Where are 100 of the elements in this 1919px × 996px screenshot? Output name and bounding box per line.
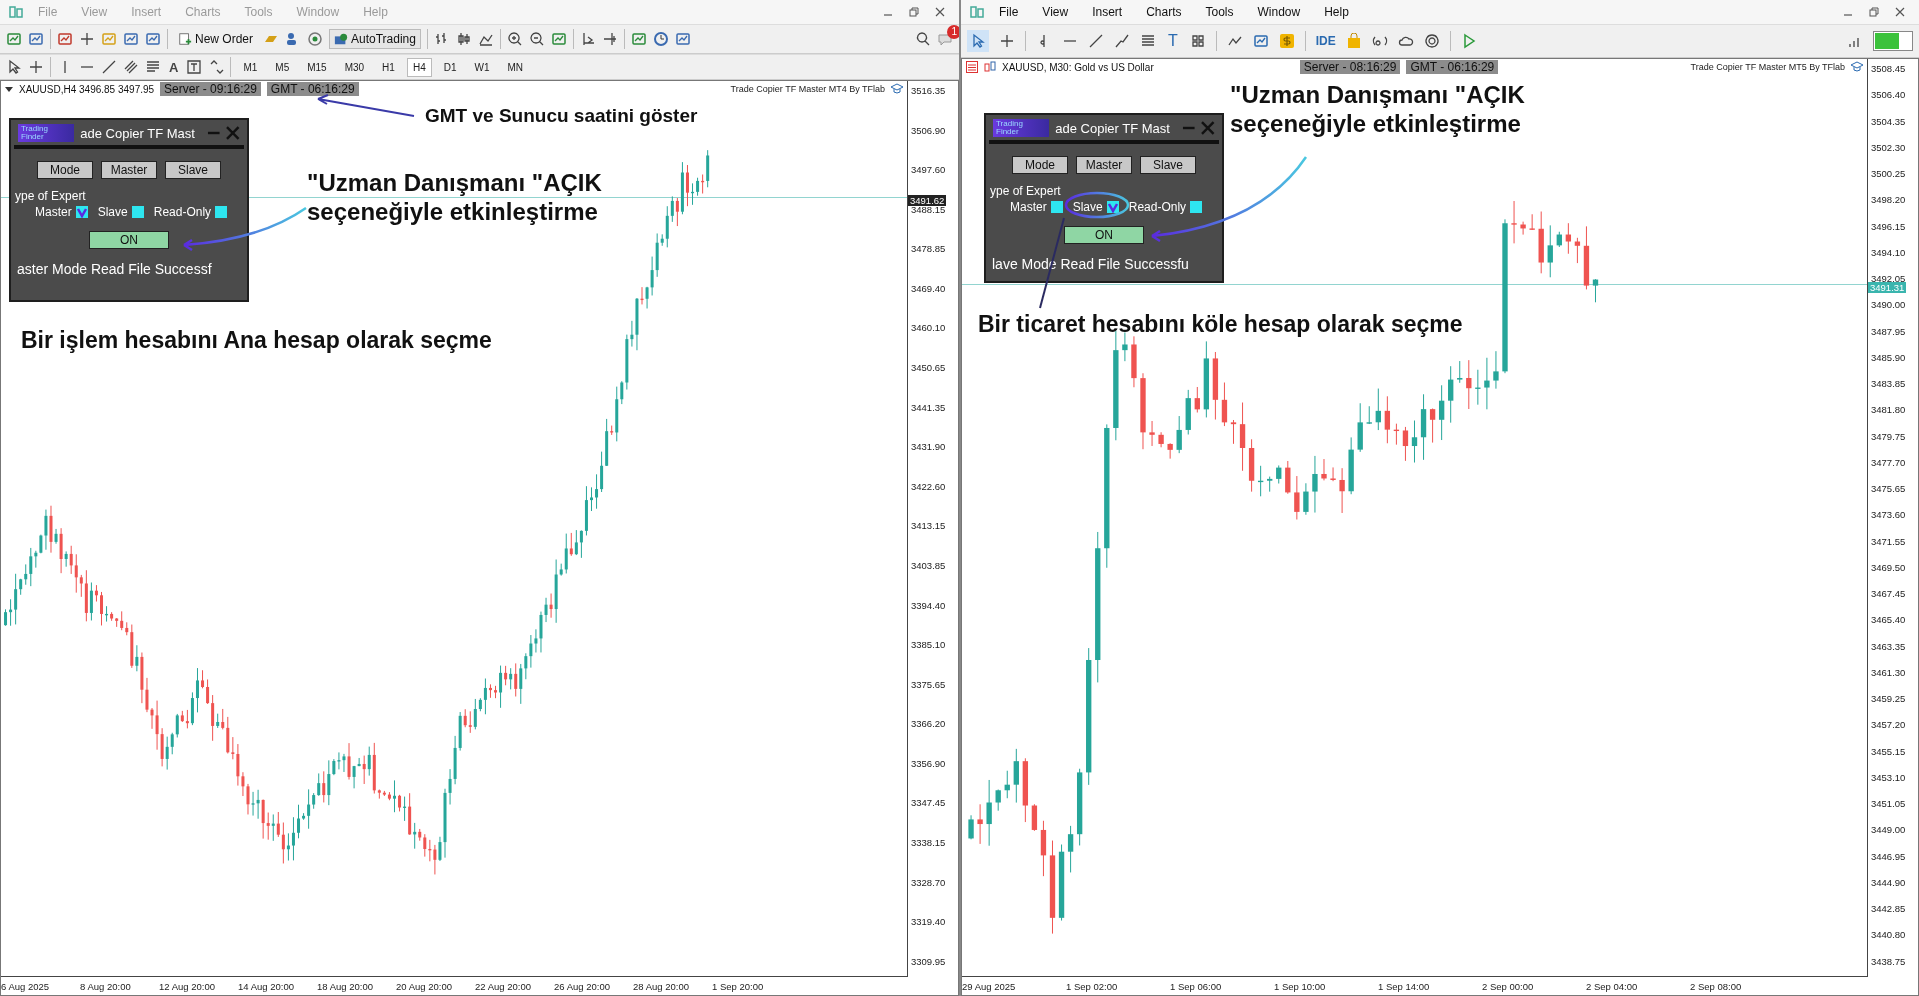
price-label: 3469.40 [911, 282, 947, 294]
option-label: Master [1010, 200, 1047, 214]
price-label: 3490.00 [1871, 299, 1907, 311]
server-time-label: Server - 08:16:29 [1299, 60, 1401, 74]
price-label: 3457.20 [1871, 719, 1907, 731]
new-order-button[interactable]: New Order [174, 30, 257, 48]
price-label: 3347.45 [911, 797, 947, 809]
panel-title: ade Copier TF Mast [1055, 120, 1170, 136]
chart-symbol: XAUUSD, M30: Gold vs US Dollar [1002, 61, 1154, 73]
time-label: 2 Sep 00:00 [1482, 980, 1535, 992]
status-message: aster Mode Read File Successf [17, 261, 213, 277]
price-label: 3413.15 [911, 520, 947, 532]
annotation-text: Bir ticaret hesabını köle hesap olarak seçme [978, 311, 1463, 339]
text-tool[interactable]: T [1166, 32, 1180, 50]
option-label: Read-Only [1128, 200, 1187, 214]
annotation-text: "Uzman Danışmanı "AÇIK seçeneğiyle etkinleştirme [1230, 81, 1526, 139]
option-label: Slave [1072, 200, 1103, 214]
time-label: 26 Aug 20:00 [554, 980, 611, 992]
mode-button[interactable]: Slave [1140, 156, 1196, 174]
time-label: 14 Aug 20:00 [238, 980, 295, 992]
server-time-label: Server - 09:16:29 [160, 82, 261, 96]
price-label: 3461.30 [1871, 666, 1907, 678]
price-label: 3394.40 [911, 599, 947, 611]
mode-button[interactable]: Slave [165, 161, 221, 179]
menu-item[interactable]: Charts [1136, 5, 1192, 19]
expert-name: Trade Copier TF Master MT4 By TFlab [730, 84, 885, 94]
on-button[interactable]: ON [89, 231, 169, 249]
option-label: Slave [97, 205, 128, 219]
price-label: 3496.15 [1871, 220, 1907, 232]
time-label: 22 Aug 20:00 [475, 980, 532, 992]
timeframe-button[interactable]: M1 [237, 57, 264, 77]
price-label: 3487.95 [1871, 325, 1907, 337]
time-label: 28 Aug 20:00 [633, 980, 690, 992]
price-label: 3356.90 [911, 757, 947, 769]
price-label: 3328.70 [911, 876, 947, 888]
on-button[interactable]: ON [1064, 226, 1144, 244]
price-label: 3506.40 [1871, 89, 1907, 101]
time-label: 12 Aug 20:00 [159, 980, 216, 992]
expert-name: Trade Copier TF Master MT5 By TFlab [1690, 62, 1845, 72]
mode-button[interactable]: Master [1076, 156, 1132, 174]
mode-button[interactable]: Master [101, 161, 157, 179]
expert-type-label: ype of Expert [990, 184, 1062, 198]
price-label: 3473.60 [1871, 509, 1907, 521]
price-label: 3431.90 [911, 441, 947, 453]
panel-logo: Trading Finder [993, 119, 1050, 137]
gmt-time-label: GMT - 06:16:29 [1406, 60, 1499, 74]
time-label: 29 Aug 2025 [962, 980, 1017, 992]
annotation-text: GMT ve Sunucu saatini göster [425, 105, 698, 128]
time-label: 2 Sep 08:00 [1690, 980, 1743, 992]
price-label: 3508.45 [1871, 63, 1907, 74]
price-label: 3497.60 [911, 164, 947, 176]
time-label: 1 Sep 02:00 [1066, 980, 1119, 992]
price-label: 3444.90 [1871, 876, 1907, 888]
price-label: 3469.50 [1871, 561, 1907, 573]
price-label: 3403.85 [911, 559, 947, 571]
price-label: 3477.70 [1871, 456, 1907, 468]
price-label: 3319.40 [911, 916, 947, 928]
chart-symbol: XAUUSD,H4 3496.85 3497.95 [19, 83, 155, 95]
current-price-label: 3491.62 [908, 195, 947, 207]
price-label: 3500.25 [1871, 168, 1907, 179]
timeframe-button[interactable]: MN [501, 57, 530, 77]
price-label: 3451.05 [1871, 798, 1907, 809]
timeframe-button[interactable]: M30 [338, 57, 371, 77]
option-label: Master [35, 205, 72, 219]
timeframe-button[interactable]: H1 [376, 57, 401, 77]
menu-item[interactable]: Window [1247, 5, 1311, 19]
price-label: 3450.65 [911, 362, 947, 374]
price-label: 3422.60 [911, 480, 947, 492]
price-label: 3506.90 [911, 124, 947, 136]
text-tool[interactable]: A [167, 59, 181, 75]
price-label: 3483.85 [1871, 378, 1907, 389]
auto-trading-button[interactable]: AutoTrading [329, 29, 421, 49]
time-label: 6 Aug 2025 [1, 980, 51, 992]
price-label: 3446.95 [1871, 850, 1907, 862]
price-label: 3516.35 [911, 85, 947, 96]
timeframe-button[interactable]: M15 [301, 57, 333, 77]
price-label: 3481.80 [1871, 404, 1907, 416]
price-label: 3460.10 [911, 322, 947, 334]
menu-item[interactable]: Tools [1195, 5, 1244, 19]
price-label: 3442.85 [1871, 903, 1907, 914]
timeframe-button[interactable]: M5 [269, 57, 296, 77]
price-label: 3485.90 [1871, 351, 1907, 363]
timeframe-button[interactable]: D1 [437, 57, 463, 77]
gmt-time-label: GMT - 06:16:29 [266, 82, 359, 96]
notification-badge: 1 [947, 25, 959, 39]
time-label: 8 Aug 20:00 [80, 980, 132, 992]
price-label: 3463.35 [1871, 640, 1907, 652]
mode-button[interactable]: Mode [1012, 156, 1068, 174]
menu-item[interactable]: File [989, 5, 1029, 19]
ide-button[interactable]: IDE [1315, 34, 1336, 48]
mode-button[interactable]: Mode [37, 161, 93, 179]
price-label: 3453.10 [1871, 771, 1907, 783]
menu-item[interactable]: Insert [1082, 5, 1133, 19]
timeframe-button[interactable]: W1 [468, 57, 496, 77]
menu-item[interactable]: View [1032, 5, 1079, 19]
price-label: 3309.95 [911, 955, 947, 967]
time-label: 1 Sep 06:00 [1170, 980, 1223, 992]
menu-item[interactable]: Help [1314, 5, 1359, 19]
timeframe-button[interactable]: H4 [406, 57, 432, 77]
time-label: 20 Aug 20:00 [396, 980, 453, 992]
